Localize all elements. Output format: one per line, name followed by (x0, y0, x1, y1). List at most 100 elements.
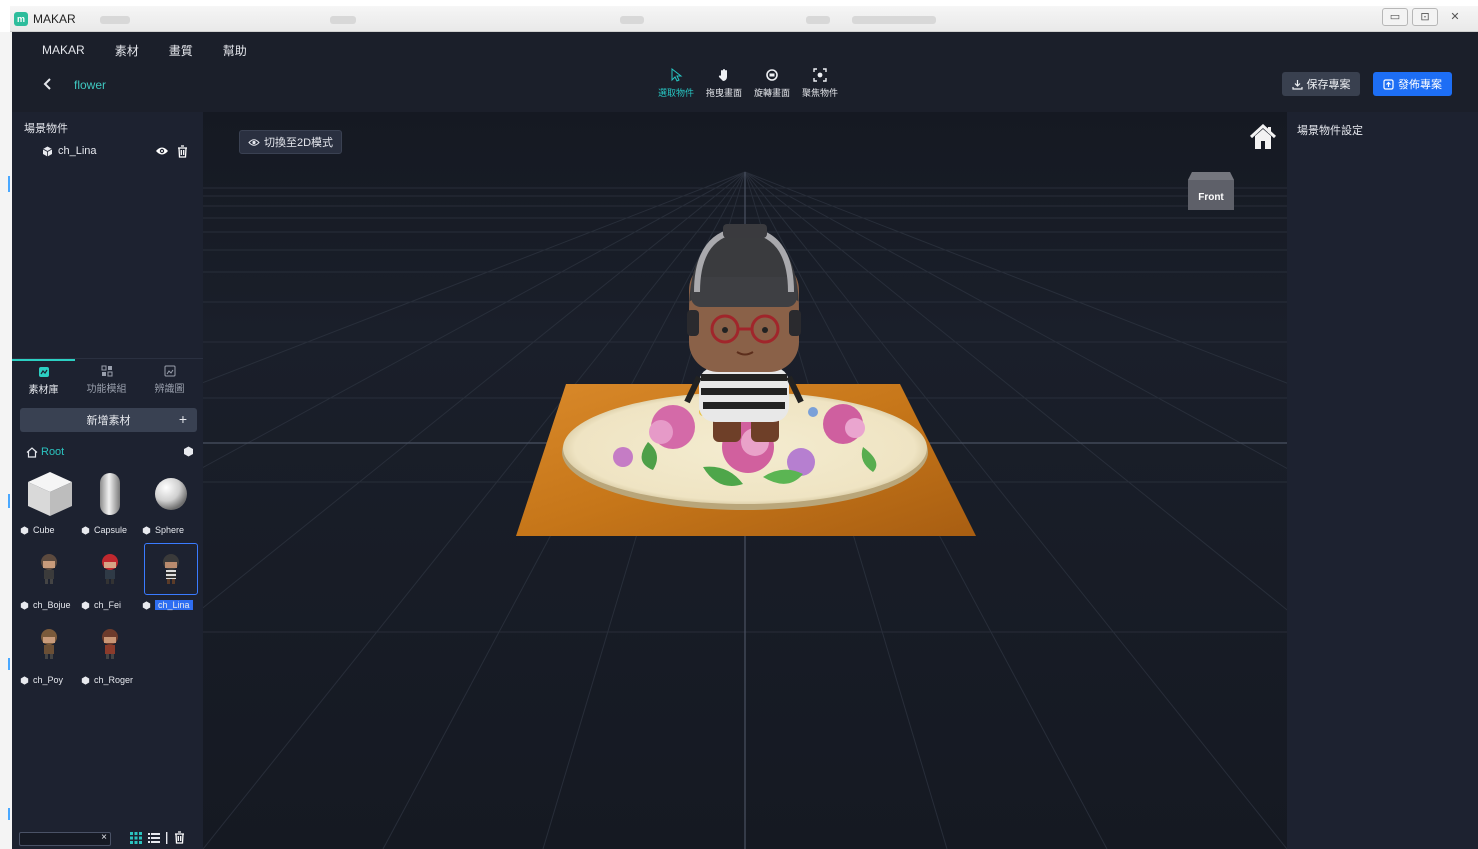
asset-name: Cube (33, 525, 55, 535)
asset-name: ch_Fei (94, 600, 122, 610)
save-project-label: 保存專案 (1306, 79, 1351, 91)
scene-viewport[interactable]: 切換至2D模式 Front (203, 112, 1287, 849)
asset-item[interactable]: ch_Bojue (20, 543, 78, 610)
eye-icon (248, 138, 260, 146)
blurred-titlebar-text (100, 16, 130, 24)
tab-asset-library[interactable]: 素材庫 (12, 359, 75, 401)
home-view-button[interactable] (1249, 123, 1277, 150)
tool-pan[interactable]: 拖曳畫面 (704, 68, 744, 99)
viewcube-shape: Front (1188, 172, 1234, 210)
cube-icon (20, 525, 29, 535)
plus-icon: + (178, 411, 187, 427)
blurred-titlebar-text (330, 16, 356, 24)
properties-panel: 場景物件設定 (1287, 112, 1478, 849)
publish-project-label: 發佈專案 (1398, 79, 1442, 91)
asset-tabs: 素材庫 功能模組 辨識圖 (12, 358, 203, 400)
chevron-left-icon (43, 78, 51, 90)
editor-header: flower 選取物件 拖曳畫面 旋轉畫面 聚焦物件 保存專案 發佈專案 (12, 68, 1478, 112)
tool-rotate[interactable]: 旋轉畫面 (752, 68, 792, 99)
publish-icon (1383, 78, 1394, 90)
trash-icon[interactable] (174, 831, 185, 844)
asset-name: ch_Poy (33, 675, 64, 685)
tool-select[interactable]: 選取物件 (656, 68, 696, 99)
asset-search-input[interactable]: × (19, 832, 111, 846)
asset-thumbnail (22, 468, 76, 520)
add-asset-button[interactable]: 新增素材 + (20, 408, 197, 432)
add-asset-label: 新增素材 (86, 415, 131, 427)
image-target-icon (164, 365, 175, 377)
asset-name: Capsule (94, 525, 128, 535)
viewport-grid (203, 112, 1287, 849)
left-window-edge (0, 32, 12, 849)
cube-filter-icon[interactable] (183, 446, 194, 457)
grid-view-icon[interactable] (130, 831, 142, 844)
pointer-icon (671, 68, 683, 82)
asset-item[interactable]: Cube (20, 468, 78, 535)
asset-name: ch_Lina (155, 600, 193, 610)
library-icon (38, 367, 49, 377)
hand-icon (718, 69, 727, 81)
blurred-titlebar-text (806, 16, 830, 24)
maximize-button[interactable]: ⊡ (1412, 8, 1438, 26)
rotate-view-icon (766, 69, 778, 81)
back-button[interactable] (40, 76, 56, 92)
left-panel: 場景物件 ch_Lina 素材庫 功能模組 辨識圖 新增素材 + Root Cu… (12, 112, 203, 849)
scene-object-row[interactable]: ch_Lina (42, 142, 198, 160)
cube-icon (81, 600, 90, 610)
project-name: flower (74, 78, 107, 92)
minimize-button[interactable]: ▭ (1382, 8, 1408, 26)
asset-thumbnail (144, 468, 198, 520)
window-controls: ▭ ⊡ ✕ (1382, 8, 1468, 26)
asset-item[interactable]: ch_Fei (81, 543, 139, 610)
root-folder[interactable]: Root (26, 444, 198, 460)
window-title: MAKAR (33, 11, 76, 26)
blurred-titlebar-text (852, 16, 936, 24)
asset-item[interactable]: ch_Poy (20, 618, 78, 685)
close-button[interactable]: ✕ (1442, 8, 1468, 26)
asset-thumbnail (83, 468, 137, 520)
save-project-button[interactable]: 保存專案 (1282, 72, 1360, 96)
cube-icon (42, 146, 53, 156)
list-view-icon[interactable] (148, 832, 160, 844)
root-folder-label: Root (41, 446, 65, 458)
home-icon (26, 446, 38, 458)
makar-logo-icon: m (14, 11, 28, 26)
transform-toolbar: 選取物件 拖曳畫面 旋轉畫面 聚焦物件 (656, 68, 840, 99)
clear-search-icon[interactable]: × (101, 832, 107, 843)
view-mode-controls (130, 831, 185, 844)
cube-icon (81, 525, 90, 535)
asset-item[interactable]: ch_Roger (81, 618, 139, 685)
menu-makar[interactable]: MAKAR (42, 43, 85, 57)
character-model (684, 224, 804, 442)
asset-thumbnail (83, 618, 137, 670)
menu-quality[interactable]: 畫質 (169, 42, 193, 59)
tab-target-image-label: 辨識圖 (154, 384, 185, 395)
blurred-titlebar-text (620, 16, 644, 24)
cube-icon (142, 525, 151, 535)
menu-help[interactable]: 幫助 (223, 42, 247, 59)
menu-bar: MAKAR 素材 畫質 幫助 (12, 32, 1478, 68)
scene-object-name: ch_Lina (58, 145, 97, 157)
home-icon (1249, 123, 1277, 149)
tab-function-modules[interactable]: 功能模組 (75, 359, 138, 401)
focus-icon (813, 68, 827, 82)
separator-divider (166, 831, 168, 844)
modules-icon (101, 365, 112, 377)
tab-target-image[interactable]: 辨識圖 (138, 359, 201, 401)
tool-select-label: 選取物件 (657, 88, 694, 98)
asset-item[interactable]: Sphere (142, 468, 200, 535)
asset-item-selected[interactable]: ch_Lina (142, 543, 200, 610)
trash-icon[interactable] (177, 144, 188, 158)
asset-thumbnail (22, 618, 76, 670)
view-cube[interactable]: Front (1186, 164, 1236, 214)
app-root: m MAKAR ▭ ⊡ ✕ MAKAR 素材 畫質 幫助 flower 選取物件… (0, 0, 1478, 849)
toggle-2d-mode-button[interactable]: 切換至2D模式 (239, 130, 343, 154)
menu-assets[interactable]: 素材 (115, 42, 139, 59)
toggle-2d-mode-label: 切換至2D模式 (264, 137, 334, 149)
asset-item[interactable]: Capsule (81, 468, 139, 535)
cube-icon (142, 600, 151, 610)
download-icon (1291, 79, 1303, 90)
publish-project-button[interactable]: 發佈專案 (1373, 72, 1452, 96)
eye-icon[interactable] (155, 146, 169, 156)
tool-focus[interactable]: 聚焦物件 (800, 68, 840, 99)
